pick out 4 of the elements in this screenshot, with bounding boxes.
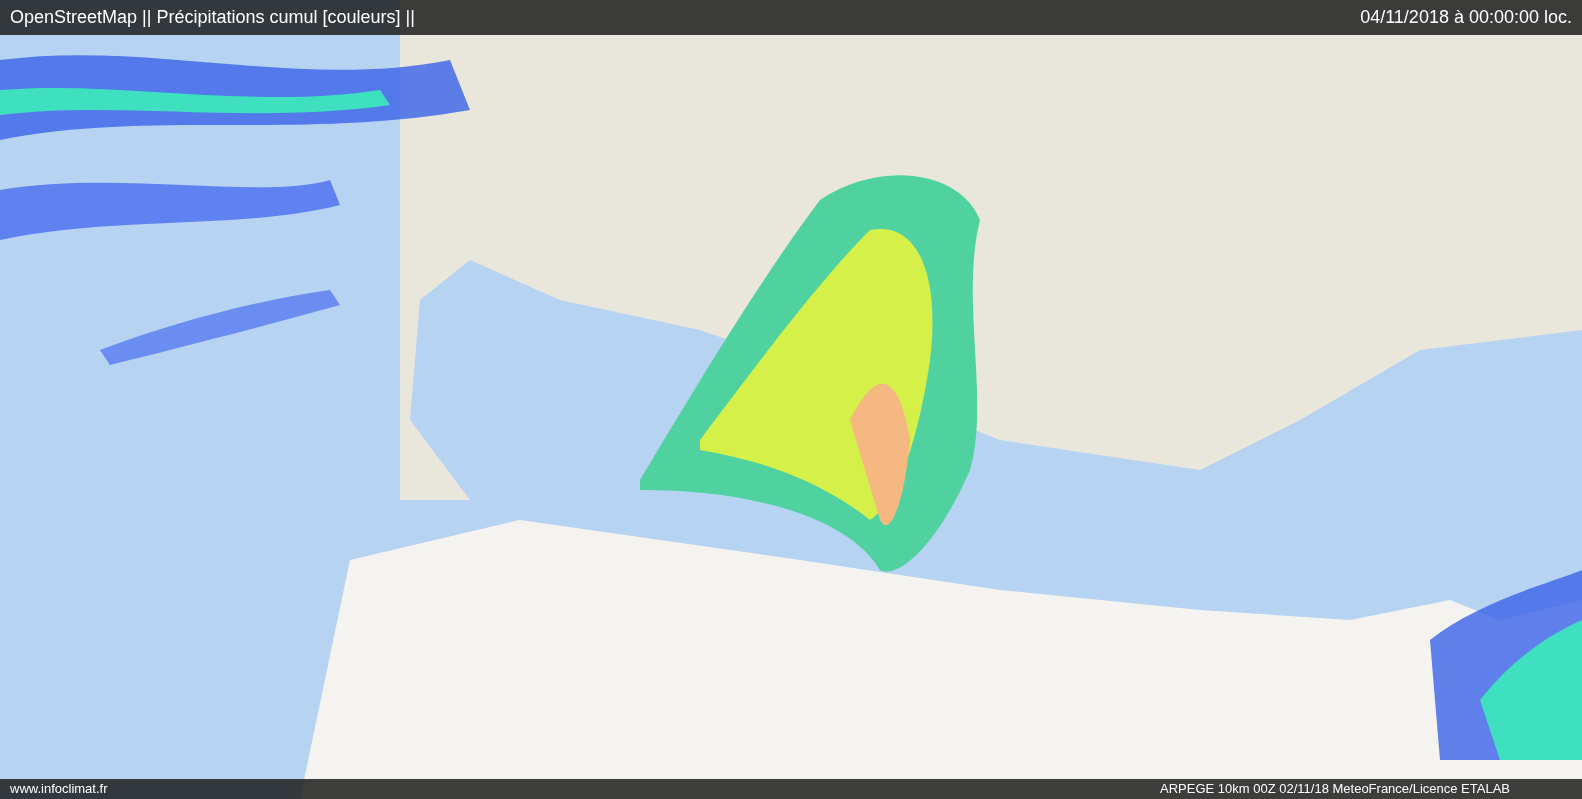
map-title: OpenStreetMap || Précipitations cumul [couleurs] ||: [10, 6, 415, 29]
date-time: 04/11/2018 à 00:00:00 loc.: [1360, 6, 1572, 29]
data-credit: ARPEGE 10km 00Z 02/11/18 MeteoFrance/Licence ETALAB: [1160, 780, 1510, 799]
site-link[interactable]: www.infoclimat.fr: [10, 779, 108, 799]
